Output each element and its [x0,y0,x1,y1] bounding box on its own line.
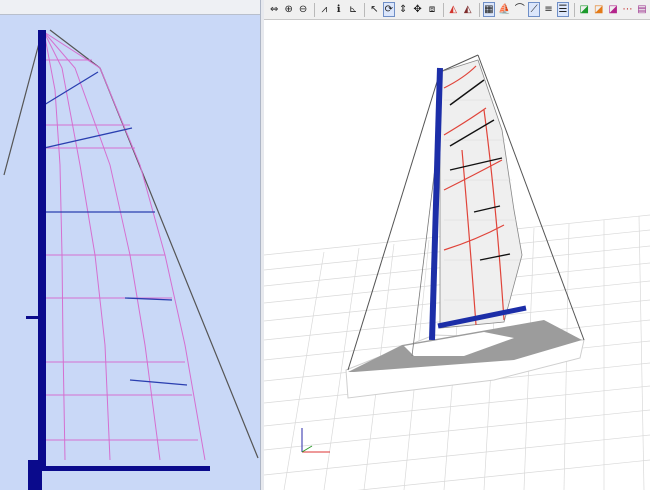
main-toolbar: ⇔ ⊕ ⊖ ⩘ ℹ ⊾ ↖ ⟳ ⇕ ✥ ⧈ ◭ ◭ ▦ ⛵ ⌒ ⟋ ≡ ☰ ◪ ◪ ◪ ⋯ ▤ [264,0,650,20]
move-vertical-icon[interactable]: ⇕ [397,2,409,17]
toolbar-separator [364,2,366,17]
sail-3d-view[interactable] [264,0,650,490]
info-icon[interactable]: ℹ [332,2,344,17]
zoom-in-icon[interactable]: ⊕ [282,2,294,17]
boom [38,466,210,471]
mast-3d [429,67,443,341]
toolbar-separator [443,2,445,17]
sail-2d-view[interactable] [0,0,262,490]
zoom-out-icon[interactable]: ⊖ [297,2,309,17]
toolbar-separator [478,2,480,17]
color-sail-green-icon[interactable]: ◪ [578,2,590,17]
toolbar-separator [314,2,316,17]
list-icon[interactable]: ☰ [556,2,570,17]
color-sail-multi-icon[interactable]: ◪ [607,2,619,17]
sail-panel-grid [43,31,206,461]
stitch-lines-icon[interactable]: ⋯ [621,2,633,17]
move-all-icon[interactable]: ✥ [411,2,423,17]
mast [38,30,46,470]
stripes-icon[interactable]: ≡ [542,2,554,17]
rotate-icon[interactable]: ⟳ [382,2,395,17]
gooseneck [26,316,44,319]
chart-icon[interactable]: ⊾ [347,2,359,17]
curve-icon[interactable]: ⌒ [514,2,526,17]
sail-red-icon[interactable]: ◭ [447,2,459,17]
pan-icon[interactable]: ⇔ [268,2,280,17]
color-sail-orange-icon[interactable]: ◪ [592,2,604,17]
sail-2d-drawing [3,29,259,490]
toolbar-separator [574,2,576,17]
grid-icon[interactable]: ▦ [482,2,496,17]
sail-outline-icon[interactable]: ◭ [461,2,473,17]
axis-gizmo [301,428,330,453]
select-arrow-icon[interactable]: ↖ [368,2,380,17]
mast-bend-icon[interactable]: ⟋ [527,2,541,17]
head-line [49,29,101,69]
boat-icon[interactable]: ⛵ [497,2,511,17]
forestay-line [3,31,43,176]
sail-3d-drawing [264,54,650,490]
mast-base [28,460,42,490]
panel-lines-icon[interactable]: ▤ [636,2,648,17]
sail-profile-icon[interactable]: ⩘ [318,2,330,17]
forestay [347,71,441,371]
fit-view-icon[interactable]: ⧈ [426,2,438,17]
